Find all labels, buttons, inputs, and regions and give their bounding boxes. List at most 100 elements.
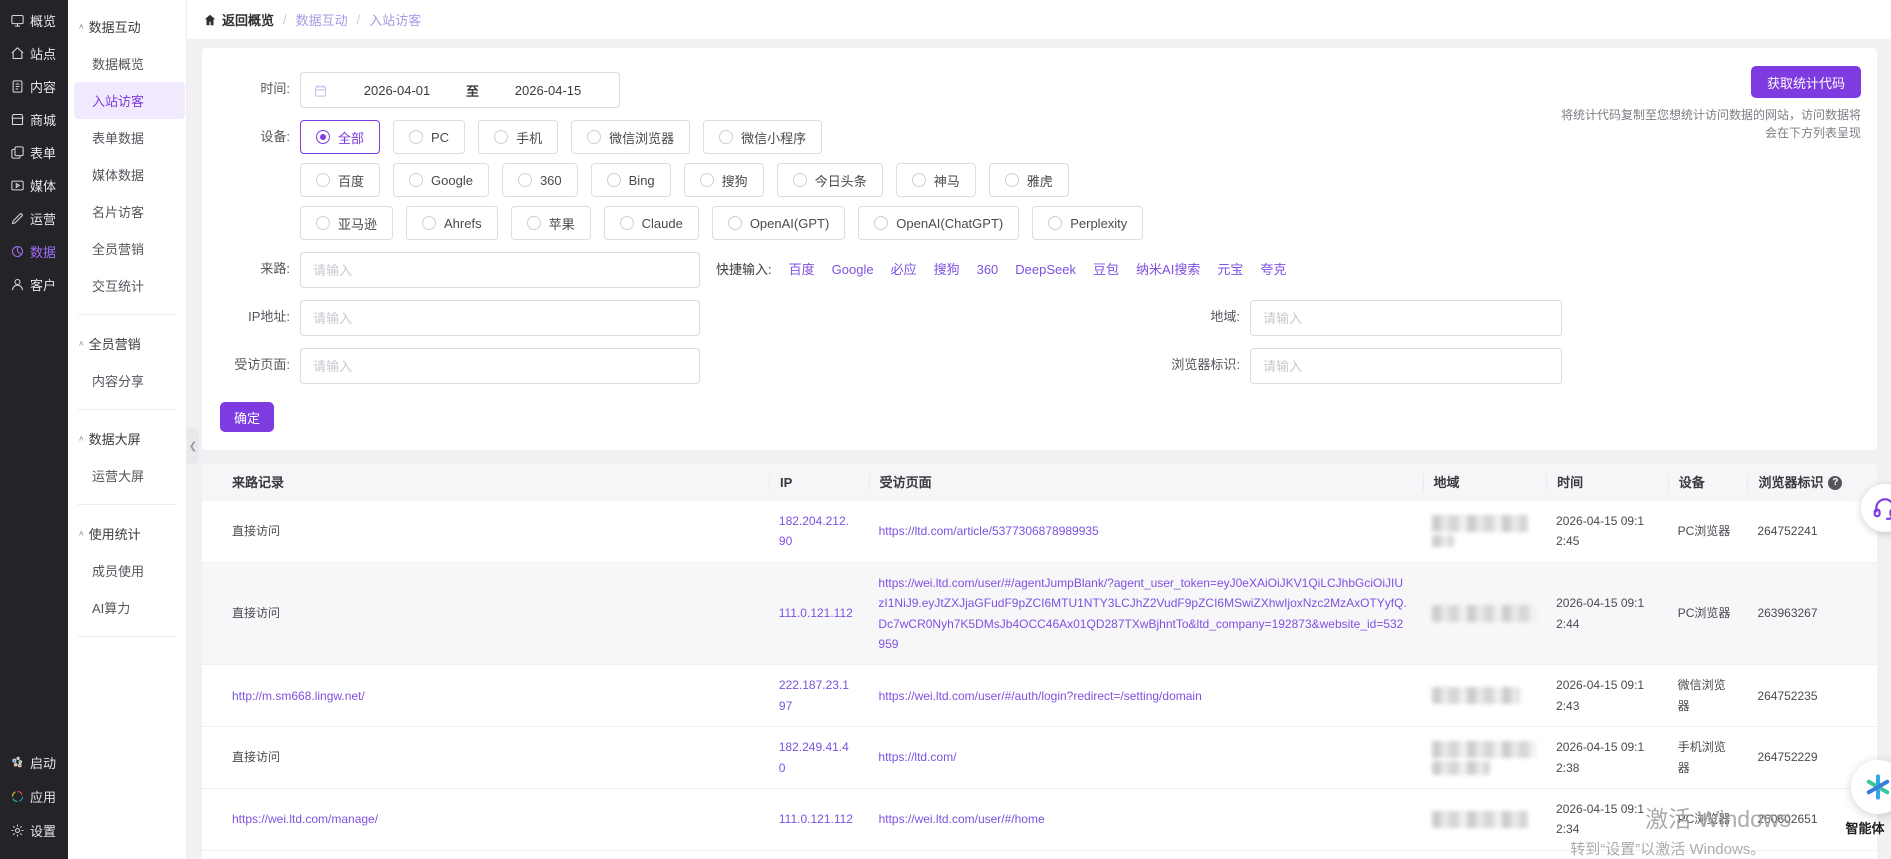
rail-item-content[interactable]: 内容 [0,70,68,103]
quick-link-bing[interactable]: 必应 [891,252,917,288]
rail-item-operation[interactable]: 运营 [0,202,68,235]
quick-link-360[interactable]: 360 [977,252,999,288]
gear-icon [10,823,25,838]
submenu-item-member-usage[interactable]: 成员使用 [68,552,186,589]
date-range-picker[interactable]: 2026-04-01 至 2026-04-15 [300,72,620,108]
device-option-sogou[interactable]: 搜狗 [684,163,764,197]
device-option-wechat-browser[interactable]: 微信浏览器 [571,120,690,154]
page-link[interactable]: https://wei.ltd.com/user/#/home [879,812,1045,826]
device-option-openai-gpt[interactable]: OpenAI(GPT) [712,206,845,240]
quick-link-sogou[interactable]: 搜狗 [934,252,960,288]
cell-ip: 222.187.23.197 [769,665,869,726]
device-option-yahoo[interactable]: 雅虎 [989,163,1069,197]
rail-item-apps[interactable]: 应用 [0,779,68,813]
device-option-360[interactable]: 360 [502,163,578,197]
submit-button[interactable]: 确定 [220,402,274,432]
sidebar-collapse-handle[interactable]: ❮ [187,428,199,464]
cell-time: 2026-04-15 09:12:44 [1546,583,1668,644]
submenu-item-data-overview[interactable]: 数据概览 [68,45,186,82]
device-option-mobile[interactable]: 手机 [478,120,558,154]
rail-item-overview[interactable]: 概览 [0,4,68,37]
device-option-bing[interactable]: Bing [591,163,671,197]
device-option-baidu[interactable]: 百度 [300,163,380,197]
rail-item-settings[interactable]: 设置 [0,813,68,847]
date-to-value: 2026-04-15 [489,83,607,98]
quick-link-yuanbao[interactable]: 元宝 [1217,252,1243,288]
section-toggle-usage-stats[interactable]: ∧ 使用统计 [68,515,186,552]
quick-link-deepseek[interactable]: DeepSeek [1015,252,1076,288]
section-toggle-data-screen[interactable]: ∧ 数据大屏 [68,420,186,457]
divider [78,504,176,505]
radio-icon [494,130,508,144]
region-redacted [1432,515,1528,532]
browser-id-input[interactable] [1250,348,1562,384]
ip-link[interactable]: 182.204.212.90 [779,514,849,548]
rail-item-media[interactable]: 媒体 [0,169,68,202]
page-link[interactable]: https://wei.ltd.com/user/#/auth/login?re… [879,689,1202,703]
device-option-google[interactable]: Google [393,163,489,197]
headset-icon [1872,495,1891,521]
ip-input[interactable] [300,300,700,336]
breadcrumb-level1[interactable]: 数据互动 [296,10,348,29]
help-icon[interactable]: ? [1828,476,1842,490]
breadcrumb-root[interactable]: 返回概览 [203,10,274,29]
rail-item-site[interactable]: 站点 [0,37,68,70]
submenu-item-operation-screen[interactable]: 运营大屏 [68,457,186,494]
calendar-icon [313,83,328,98]
storefront-icon [10,112,25,127]
device-option-pc[interactable]: PC [393,120,465,154]
section-toggle-data-interaction[interactable]: ∧ 数据互动 [68,8,186,45]
device-options-line3: 亚马逊 Ahrefs 苹果 Claude OpenAI(GPT) OpenAI(… [300,206,1143,240]
submenu-item-card-visitors[interactable]: 名片访客 [68,193,186,230]
device-option-openai-chatgpt[interactable]: OpenAI(ChatGPT) [858,206,1019,240]
device-option-amazon[interactable]: 亚马逊 [300,206,393,240]
ip-link[interactable]: 222.187.23.197 [779,678,849,712]
page-link[interactable]: https://ltd.com/ [878,750,956,764]
page-link[interactable]: https://ltd.com/article/5377306878989935 [879,524,1099,538]
ip-link[interactable]: 111.0.121.112 [779,606,853,620]
region-input[interactable] [1250,300,1562,336]
submenu-item-inbound-visitors[interactable]: 入站访客 [74,82,185,119]
ip-link[interactable]: 182.249.41.40 [779,740,849,774]
radio-icon [620,216,634,230]
get-tracking-code-button[interactable]: 获取统计代码 [1751,66,1861,98]
col-header-browser-id: 浏览器标识 ? [1747,474,1877,491]
device-option-perplexity[interactable]: Perplexity [1032,206,1143,240]
device-option-ahrefs[interactable]: Ahrefs [406,206,498,240]
quick-link-baidu[interactable]: 百度 [789,252,815,288]
submenu-item-staff-marketing[interactable]: 全员营销 [68,230,186,267]
submenu-item-content-share[interactable]: 内容分享 [68,362,186,399]
quick-link-nano-ai[interactable]: 纳米AI搜索 [1136,252,1200,288]
quick-link-doubao[interactable]: 豆包 [1093,252,1119,288]
device-option-shenma[interactable]: 神马 [896,163,976,197]
device-option-wechat-miniprogram[interactable]: 微信小程序 [703,120,822,154]
device-option-all[interactable]: 全部 [300,120,380,154]
rail-item-mall[interactable]: 商城 [0,103,68,136]
submenu-item-form-data[interactable]: 表单数据 [68,119,186,156]
referrer-link[interactable]: https://wei.ltd.com/manage/ [232,812,378,826]
quick-link-kuake[interactable]: 夸克 [1260,252,1286,288]
referrer-link[interactable]: http://m.sm668.lingw.net/ [232,689,365,703]
rail-item-form[interactable]: 表单 [0,136,68,169]
submenu-item-ai-compute[interactable]: AI算力 [68,589,186,626]
submenu-item-media-data[interactable]: 媒体数据 [68,156,186,193]
agent-widget[interactable]: 智能体 [1851,760,1891,837]
quick-link-google[interactable]: Google [832,252,874,288]
rail-item-launch[interactable]: 启动 [0,745,68,779]
visited-page-input[interactable] [300,348,700,384]
page-link[interactable]: https://wei.ltd.com/user/#/agentJumpBlan… [878,576,1406,651]
device-option-claude[interactable]: Claude [604,206,699,240]
submenu-item-interaction-stats[interactable]: 交互统计 [68,267,186,304]
rail-item-customer[interactable]: 客户 [0,268,68,301]
device-option-toutiao[interactable]: 今日头条 [777,163,883,197]
rail-item-data[interactable]: 数据 [0,235,68,268]
section-toggle-staff-marketing[interactable]: ∧ 全员营销 [68,325,186,362]
cell-region [1422,505,1546,557]
rail-item-label: 媒体 [30,176,56,195]
tracking-code-box: 获取统计代码 将统计代码复制至您想统计访问数据的网站，访问数据将 会在下方列表呈… [1561,66,1861,142]
device-option-apple[interactable]: 苹果 [511,206,591,240]
breadcrumb-separator: / [283,12,287,27]
breadcrumb-level2[interactable]: 入站访客 [369,10,421,29]
ip-link[interactable]: 111.0.121.112 [779,812,853,826]
referrer-input[interactable] [300,252,700,288]
